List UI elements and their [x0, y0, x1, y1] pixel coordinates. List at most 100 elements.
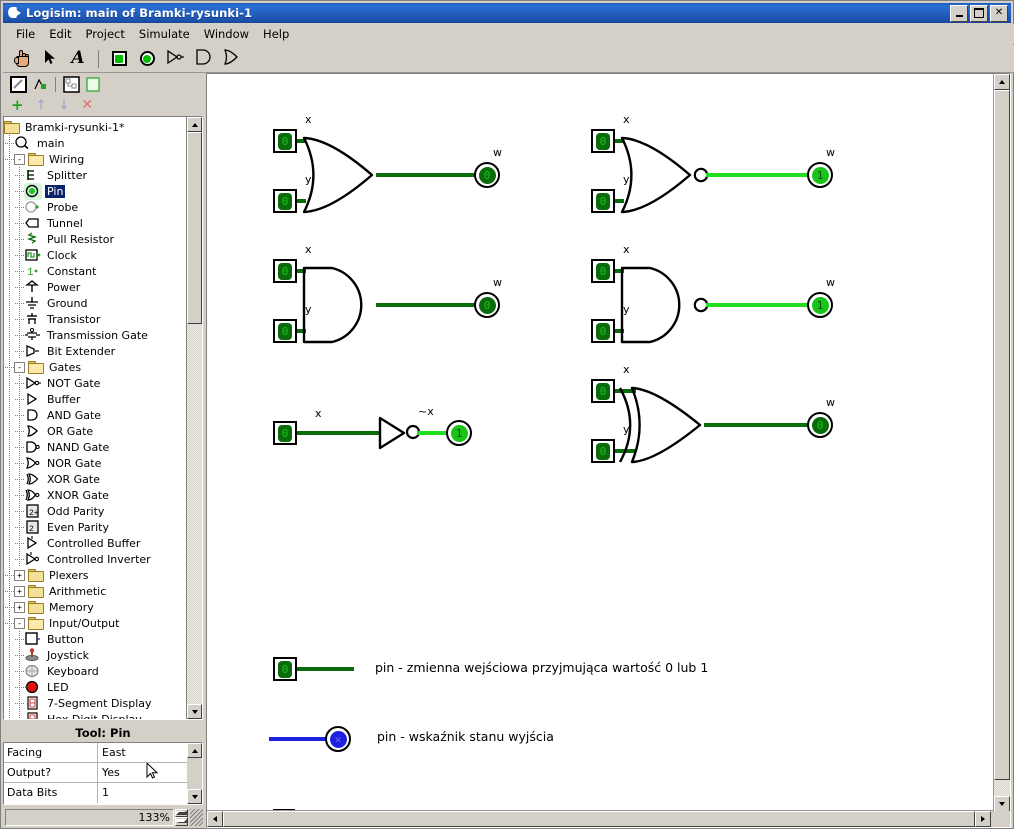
scroll-up-button[interactable]	[187, 117, 202, 132]
canvas-scroll-thumb[interactable]	[994, 90, 1010, 780]
tree-item-bit-extender[interactable]: Bit Extender	[4, 343, 190, 359]
menu-project[interactable]: Project	[79, 25, 132, 43]
nand-gate-circuit-input-pin-y[interactable]: 0	[591, 319, 615, 343]
tree-item-keyboard[interactable]: Keyboard	[4, 663, 190, 679]
tree-expander[interactable]: -	[14, 361, 25, 373]
tree-item-arithmetic[interactable]: + Arithmetic	[4, 583, 190, 599]
legend-output-pin-symbol[interactable]: ✕	[325, 726, 351, 752]
legend-input-pin-wire[interactable]	[297, 667, 354, 671]
nand-gate-circuit-output-pin[interactable]: 1	[807, 292, 833, 318]
add-item-button[interactable]: +	[11, 97, 24, 113]
tree-item-led[interactable]: LED	[4, 679, 190, 695]
tree-item-joystick[interactable]: Joystick	[4, 647, 190, 663]
and-gate-tool[interactable]	[190, 47, 216, 71]
or-gate-circuit-output-pin[interactable]: 0	[474, 162, 500, 188]
nand-gate-circuit-input-pin-x[interactable]: 0	[591, 259, 615, 283]
not-gate-circuit-output-pin[interactable]: 1	[446, 420, 472, 446]
tree-item-plexers[interactable]: + Plexers	[4, 567, 190, 583]
toolbar-edit-button[interactable]	[31, 76, 49, 93]
or-gate-circuit-output-wire[interactable]	[376, 173, 480, 177]
tree-item-gates[interactable]: - Gates	[4, 359, 190, 375]
xor-gate-circuit-input-pin-x[interactable]: 0	[591, 379, 615, 403]
zoom-up-button[interactable]	[175, 808, 188, 817]
tree-item-controlled-buffer[interactable]: Controlled Buffer	[4, 535, 190, 551]
nor-gate-circuit-output-pin[interactable]: 1	[807, 162, 833, 188]
menu-file[interactable]: File	[9, 25, 42, 43]
tree-item-nand-gate[interactable]: NAND Gate	[4, 439, 190, 455]
zoom-spinner[interactable]	[175, 808, 188, 826]
not-gate-tool[interactable]	[162, 47, 188, 71]
tree-expander[interactable]: +	[14, 569, 25, 581]
tree-item-clock[interactable]: Clock	[4, 247, 190, 263]
attribute-row-data-bits[interactable]: Data Bits 1	[4, 783, 202, 803]
nor-gate-circuit-input-pin-x[interactable]: 0	[591, 129, 615, 153]
tree-expander[interactable]: -	[14, 153, 25, 165]
or-gate-circuit-input-pin-x[interactable]: 0	[273, 129, 297, 153]
canvas-scroll-up-button[interactable]	[994, 74, 1010, 90]
move-up-button[interactable]: ↑	[36, 99, 47, 112]
tree-item-probe[interactable]: Probe	[4, 199, 190, 215]
tree-item-button[interactable]: Button	[4, 631, 190, 647]
menu-help[interactable]: Help	[256, 25, 296, 43]
tree-item-splitter[interactable]: Splitter	[4, 167, 190, 183]
and-gate-circuit-input-pin-y[interactable]: 0	[273, 319, 297, 343]
input-pin-tool[interactable]	[106, 47, 132, 71]
xor-gate-circuit-output-pin[interactable]: 0	[807, 412, 833, 438]
tree-expander[interactable]: -	[14, 617, 25, 629]
tree-item-ground[interactable]: Ground	[4, 295, 190, 311]
tree-expander[interactable]: +	[14, 585, 25, 597]
circuit-canvas[interactable]: 0 0 x y 0 w 0 0 x y 1 w 0 0 x y 0 w 0 0 x y 1 w 0 0 x y 0 w 0 x 1 ~x 0 pin …	[207, 74, 995, 827]
canvas-horizontal-scrollbar[interactable]	[207, 810, 994, 827]
canvas-scroll-right-button[interactable]	[975, 811, 991, 827]
tree-item-7-segment-display[interactable]: 7-Segment Display	[4, 695, 190, 711]
scroll-down-button[interactable]	[187, 704, 202, 719]
circuit-canvas-panel[interactable]: 0 0 x y 0 w 0 0 x y 1 w 0 0 x y 0 w 0 0 x y 1 w 0 0 x y 0 w 0 x 1 ~x 0 pin …	[206, 73, 1011, 828]
tree-item-input-output[interactable]: - Input/Output	[4, 615, 190, 631]
tree-item-pin[interactable]: Pin	[4, 183, 190, 200]
simulation-view-button[interactable]	[84, 76, 102, 93]
canvas-scroll-down-button[interactable]	[994, 796, 1010, 812]
maximize-button[interactable]	[970, 4, 988, 22]
tree-item-not-gate[interactable]: NOT Gate	[4, 375, 190, 391]
xor-gate-circuit-xor-gate-body[interactable]	[618, 384, 704, 469]
legend-input-pin-symbol[interactable]: 0	[273, 657, 297, 681]
tree-item-pull-resistor[interactable]: Pull Resistor	[4, 231, 190, 247]
tree-item-or-gate[interactable]: OR Gate	[4, 423, 190, 439]
canvas-vertical-scrollbar[interactable]	[993, 74, 1010, 827]
zoom-down-button[interactable]	[175, 817, 188, 826]
tree-item-tunnel[interactable]: Tunnel	[4, 215, 190, 231]
nand-gate-circuit-nand-gate-body[interactable]	[618, 264, 694, 349]
xor-gate-circuit-output-wire[interactable]	[704, 423, 813, 427]
delete-item-button[interactable]: ✕	[81, 98, 93, 112]
tree-item-main[interactable]: main	[4, 135, 190, 151]
tree-item-even-parity[interactable]: 2 Even Parity	[4, 519, 190, 535]
minimize-button[interactable]	[950, 4, 968, 22]
tree-item-constant[interactable]: 1 Constant	[4, 263, 190, 279]
menu-window[interactable]: Window	[197, 25, 256, 43]
project-view-button[interactable]	[62, 75, 80, 93]
attribute-row-facing[interactable]: Facing East	[4, 743, 202, 763]
tree-item-xnor-gate[interactable]: XNOR Gate	[4, 487, 190, 503]
or-gate-circuit-input-pin-y[interactable]: 0	[273, 189, 297, 213]
or-gate-tool[interactable]	[218, 47, 244, 71]
and-gate-circuit-input-pin-x[interactable]: 0	[273, 259, 297, 283]
not-gate-circuit-input-wire[interactable]	[297, 431, 379, 435]
tree-item-odd-parity[interactable]: 2+ Odd Parity	[4, 503, 190, 519]
and-gate-circuit-and-gate-body[interactable]	[300, 264, 376, 349]
output-pin-tool[interactable]	[134, 47, 160, 71]
scroll-thumb[interactable]	[187, 132, 202, 324]
menu-simulate[interactable]: Simulate	[132, 25, 197, 43]
not-gate-circuit-input-pin-x[interactable]: 0	[273, 421, 297, 445]
nor-gate-circuit-output-wire[interactable]	[706, 173, 813, 177]
tree-item-controlled-inverter[interactable]: Controlled Inverter	[4, 551, 190, 567]
or-gate-circuit-or-gate-body[interactable]	[300, 134, 376, 219]
and-gate-circuit-output-wire[interactable]	[376, 303, 480, 307]
tree-item-transistor[interactable]: Transistor	[4, 311, 190, 327]
close-button[interactable]: ✕	[990, 4, 1008, 22]
nor-gate-circuit-input-pin-y[interactable]: 0	[591, 189, 615, 213]
nor-gate-circuit-nor-gate-body[interactable]	[618, 134, 694, 219]
canvas-hscroll-thumb[interactable]	[223, 811, 975, 827]
tree-item-wiring[interactable]: - Wiring	[4, 151, 190, 167]
tree-item-bramki-rysunki-1[interactable]: Bramki-rysunki-1*	[4, 119, 190, 135]
explorer-panel[interactable]: Bramki-rysunki-1* main - Wiring Splitter Pin P…	[3, 116, 203, 720]
